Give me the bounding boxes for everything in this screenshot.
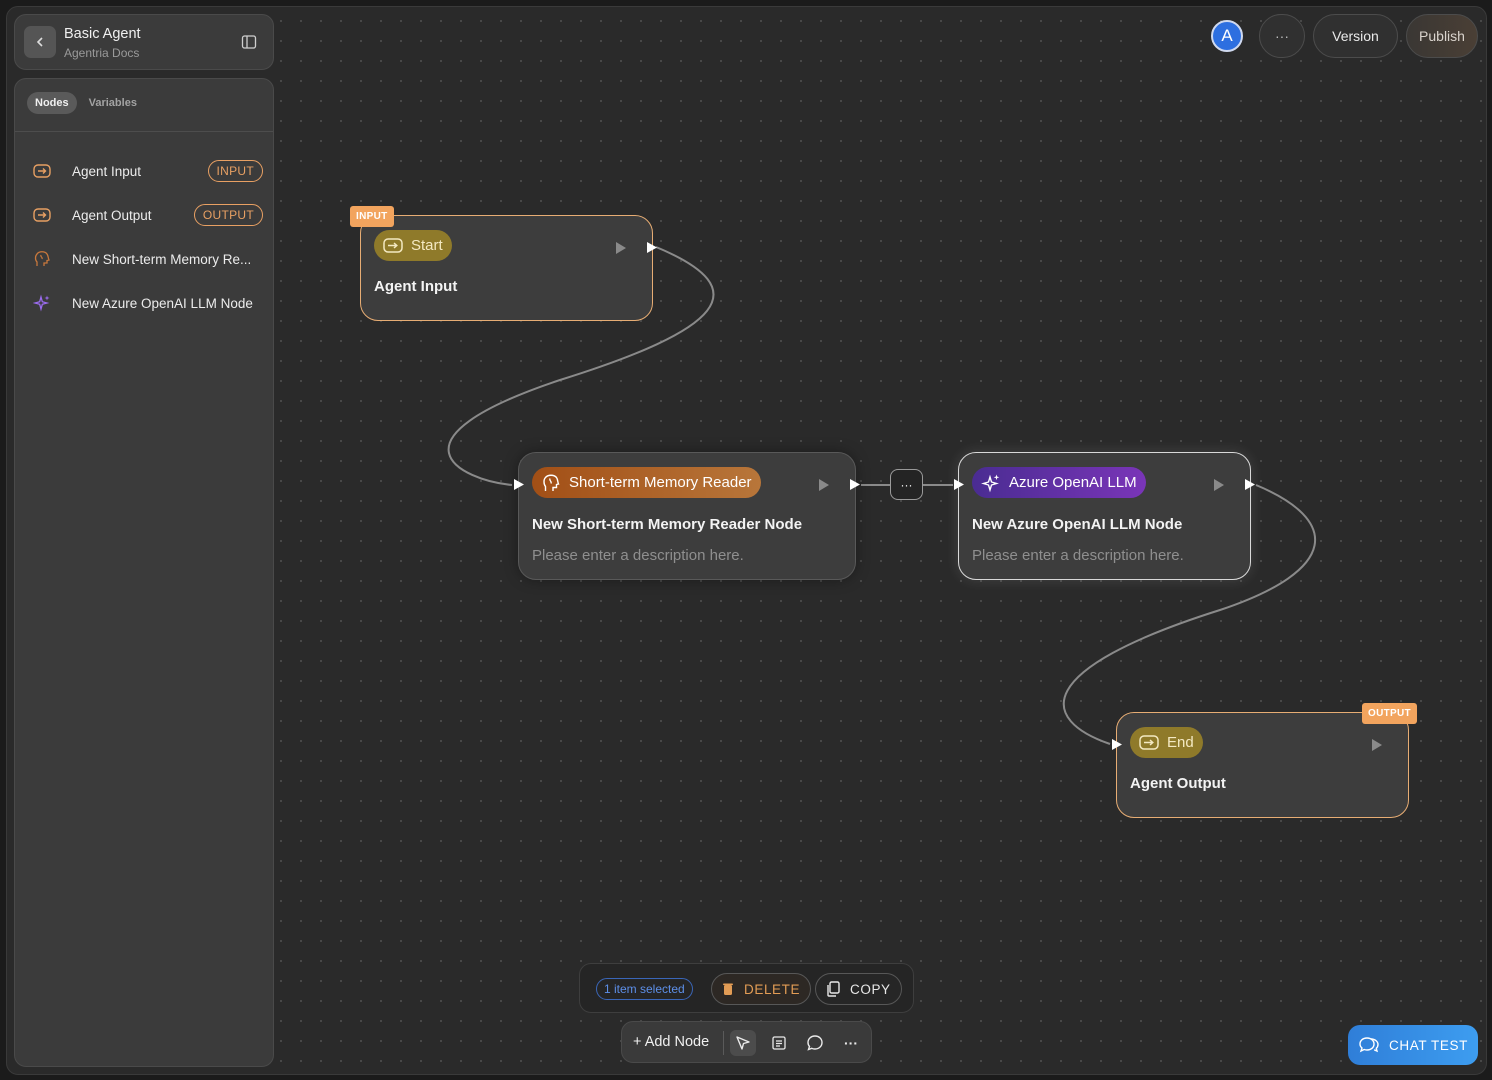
brain-head-icon: [541, 473, 561, 493]
input-tag: INPUT: [207, 160, 263, 182]
tab-variables[interactable]: Variables: [81, 92, 145, 114]
publish-button[interactable]: Publish: [1406, 14, 1478, 58]
node-title: Agent Input: [374, 278, 458, 295]
copy-button[interactable]: COPY: [815, 973, 902, 1005]
brain-head-icon: [27, 250, 57, 268]
sidebar-item-label: New Azure OpenAI LLM Node: [72, 295, 253, 311]
sidebar-item-label: New Short-term Memory Re...: [72, 251, 252, 267]
canvas-toolbar: + Add Node ···: [621, 1021, 872, 1063]
node-title: Agent Output: [1130, 775, 1226, 792]
chat-test-label: CHAT TEST: [1389, 1037, 1468, 1053]
sparkle-icon: [27, 294, 57, 312]
sidebar-item-agent-output[interactable]: Agent Output OUTPUT: [27, 200, 263, 230]
node-title: New Azure OpenAI LLM Node: [972, 516, 1183, 533]
agent-subtitle: Agentria Docs: [64, 46, 140, 60]
node-sidebar: Nodes Variables Agent Input INPUT Agent …: [14, 78, 274, 1067]
more-tools-icon[interactable]: ···: [838, 1030, 864, 1056]
output-badge: OUTPUT: [1362, 703, 1417, 724]
node-end[interactable]: End Agent Output: [1116, 712, 1409, 818]
sidebar-item-llm-node[interactable]: New Azure OpenAI LLM Node: [27, 288, 263, 318]
copy-icon: [827, 981, 840, 997]
node-chip-memory: Short-term Memory Reader: [532, 467, 761, 498]
node-chip-label: Azure OpenAI LLM: [1009, 474, 1137, 491]
sparkle-icon: [981, 473, 1001, 493]
sidebar-item-label: Agent Output: [72, 207, 152, 223]
avatar[interactable]: A: [1211, 20, 1243, 52]
arrow-box-icon: [27, 164, 57, 178]
add-node-button[interactable]: + Add Node: [633, 1034, 709, 1050]
divider: [15, 131, 273, 132]
copy-label: COPY: [850, 981, 891, 997]
play-icon[interactable]: [1214, 479, 1224, 491]
chat-test-button[interactable]: CHAT TEST: [1348, 1025, 1478, 1065]
back-button[interactable]: [24, 26, 56, 58]
divider: [723, 1031, 724, 1055]
node-chip-end: End: [1130, 727, 1203, 758]
node-chip-label: End: [1167, 734, 1194, 751]
version-button[interactable]: Version: [1313, 14, 1398, 58]
comment-tool-icon[interactable]: [802, 1030, 828, 1056]
arrow-box-icon: [27, 208, 57, 222]
selection-count: 1 item selected: [596, 978, 693, 1000]
input-badge: INPUT: [350, 206, 394, 227]
agent-title: Basic Agent: [64, 26, 141, 42]
play-icon[interactable]: [819, 479, 829, 491]
node-chip-start: Start: [374, 230, 452, 261]
node-start[interactable]: Start Agent Input: [360, 215, 653, 321]
node-description[interactable]: Please enter a description here.: [972, 547, 1184, 564]
delete-label: DELETE: [744, 981, 801, 997]
node-azure-llm[interactable]: Azure OpenAI LLM New Azure OpenAI LLM No…: [958, 452, 1251, 580]
node-chip-label: Short-term Memory Reader: [569, 474, 752, 491]
sidebar-tabs: Nodes Variables: [27, 92, 145, 114]
pointer-tool-icon[interactable]: [730, 1030, 756, 1056]
chat-bubbles-icon: [1359, 1037, 1379, 1053]
agent-header: Basic Agent Agentria Docs: [14, 14, 274, 70]
node-description[interactable]: Please enter a description here.: [532, 547, 744, 564]
chevron-left-icon: [36, 37, 43, 47]
sidebar-item-memory-reader[interactable]: New Short-term Memory Re...: [27, 244, 263, 274]
sidebar-item-agent-input[interactable]: Agent Input INPUT: [27, 156, 263, 186]
tab-nodes[interactable]: Nodes: [27, 92, 77, 114]
arrow-box-icon: [383, 236, 403, 256]
node-chip-label: Start: [411, 237, 443, 254]
node-memory-reader[interactable]: Short-term Memory Reader New Short-term …: [518, 452, 856, 580]
play-icon[interactable]: [1372, 739, 1382, 751]
trash-icon: [723, 983, 733, 995]
note-tool-icon[interactable]: [766, 1030, 792, 1056]
node-title: New Short-term Memory Reader Node: [532, 516, 803, 533]
output-tag: OUTPUT: [193, 204, 263, 226]
edge-menu-button[interactable]: ···: [890, 469, 923, 500]
sidebar-toggle-icon[interactable]: [241, 34, 257, 50]
play-icon[interactable]: [616, 242, 626, 254]
delete-button[interactable]: DELETE: [711, 973, 812, 1005]
node-chip-llm: Azure OpenAI LLM: [972, 467, 1146, 498]
more-options-button[interactable]: ···: [1259, 14, 1305, 58]
sidebar-item-label: Agent Input: [72, 163, 142, 179]
selection-bar: 1 item selected DELETE COPY: [579, 963, 914, 1013]
arrow-box-icon: [1139, 733, 1159, 753]
